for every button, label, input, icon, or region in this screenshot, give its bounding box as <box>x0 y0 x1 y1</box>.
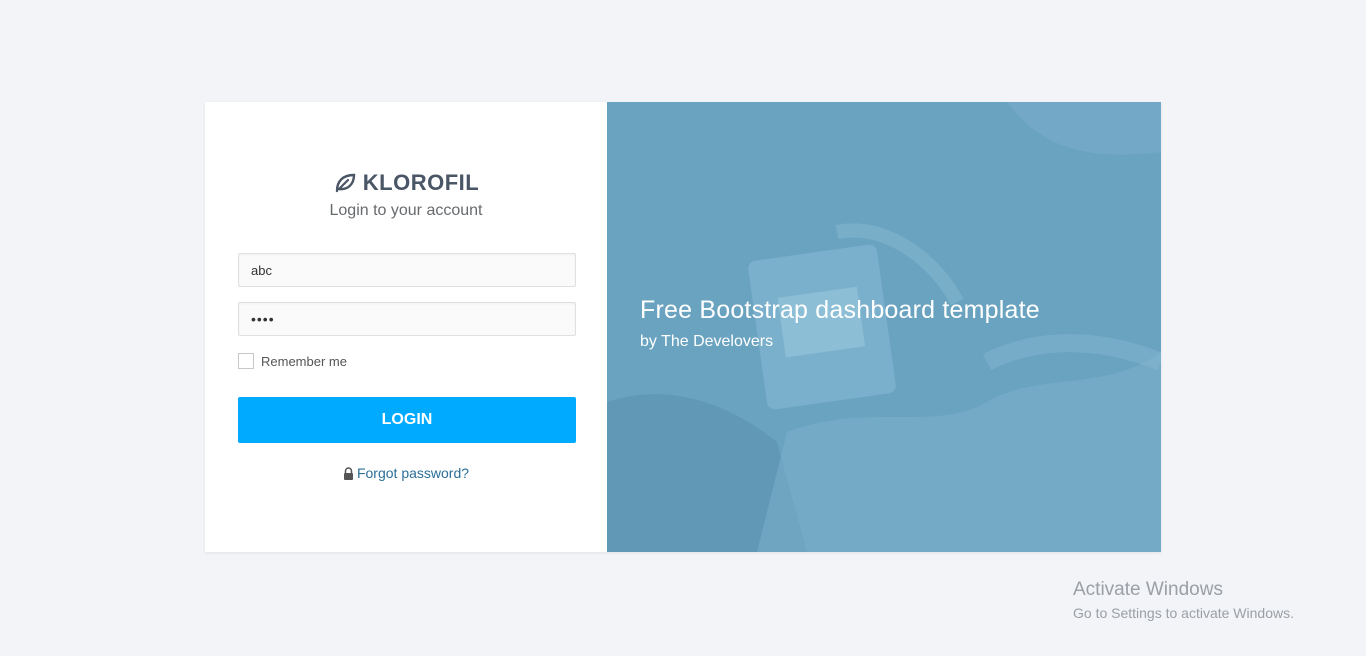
remember-me-checkbox[interactable]: Remember me <box>238 353 347 369</box>
login-box: KLOROFIL Login to your account Remember … <box>205 102 1161 552</box>
remember-me-label: Remember me <box>261 353 347 369</box>
brand-logo: KLOROFIL <box>205 170 607 196</box>
forgot-password-link[interactable]: Forgot password? <box>357 465 469 481</box>
watermark-subtitle: Go to Settings to activate Windows. <box>1073 605 1294 621</box>
login-subtitle: Login to your account <box>329 202 483 219</box>
hero-title: Free Bootstrap dashboard template <box>640 296 1040 324</box>
login-form-pane: KLOROFIL Login to your account Remember … <box>205 102 607 552</box>
checkbox-box[interactable] <box>238 353 254 369</box>
forgot-password-row: Forgot password? <box>205 465 607 481</box>
windows-activation-watermark: Activate Windows Go to Settings to activ… <box>1073 579 1294 621</box>
hero-tagline: Free Bootstrap dashboard template by The… <box>640 296 1040 351</box>
leaf-icon <box>335 173 355 193</box>
hero-subtitle: by The Develovers <box>640 333 774 350</box>
username-input[interactable] <box>238 253 576 287</box>
lock-icon <box>343 466 353 480</box>
password-input[interactable] <box>238 302 576 336</box>
watermark-title: Activate Windows <box>1073 579 1223 600</box>
login-button[interactable]: LOGIN <box>238 397 576 443</box>
brand-name: KLOROFIL <box>362 170 480 195</box>
hero-panel: Free Bootstrap dashboard template by The… <box>607 102 1161 552</box>
